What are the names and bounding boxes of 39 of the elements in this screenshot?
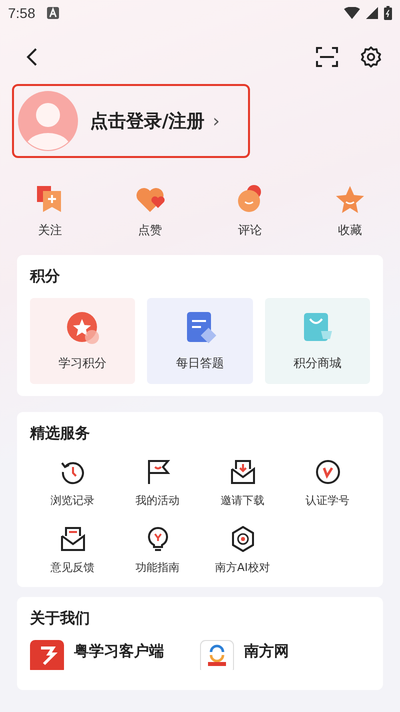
app-logo-icon[interactable]	[30, 640, 64, 670]
app-name[interactable]: 南方网	[244, 642, 289, 661]
service-icon[interactable]	[314, 459, 340, 485]
points-tile[interactable]: 每日答题	[147, 298, 253, 384]
service-icon[interactable]	[230, 459, 256, 485]
section-title: 精选服务	[30, 424, 91, 443]
back-icon[interactable]	[26, 47, 38, 67]
shortcut-label[interactable]: 关注	[38, 222, 62, 239]
battery-icon	[384, 6, 392, 20]
login-panel[interactable]: 点击登录/注册 ›	[12, 84, 250, 158]
avatar-icon	[18, 91, 78, 151]
wifi-icon	[344, 7, 360, 19]
service-label[interactable]: 邀请下载	[220, 493, 264, 508]
login-text: 点击登录/注册	[90, 110, 205, 133]
shortcut-label[interactable]: 点赞	[138, 222, 162, 239]
service-label[interactable]: 浏览记录	[50, 493, 94, 508]
settings-icon[interactable]	[360, 46, 382, 68]
notification-icon	[47, 7, 60, 19]
section-title: 关于我们	[30, 609, 91, 628]
tile-icon	[64, 310, 101, 344]
app-logo-icon[interactable]	[200, 640, 234, 670]
chevron-icon: ›	[212, 110, 220, 132]
shortcut-label[interactable]: 收藏	[338, 222, 362, 239]
section-title: 积分	[30, 267, 61, 286]
service-label[interactable]: 意见反馈	[50, 560, 94, 575]
signal-icon	[366, 7, 378, 19]
points-tile[interactable]: 学习积分	[30, 298, 136, 384]
points-tile[interactable]: 积分商城	[264, 298, 370, 384]
service-label[interactable]: 南方AI校对	[215, 560, 270, 575]
service-label[interactable]: 功能指南	[136, 560, 180, 575]
service-label[interactable]: 我的活动	[136, 493, 180, 508]
service-icon[interactable]	[60, 459, 86, 485]
shortcut-label[interactable]: 评论	[238, 222, 262, 239]
service-icon[interactable]	[60, 526, 86, 552]
service-label[interactable]: 认证学号	[306, 493, 350, 508]
service-icon[interactable]	[230, 526, 256, 552]
status-time: 7:58	[8, 5, 36, 21]
app-name[interactable]: 粤学习客户端	[74, 642, 164, 661]
scan-icon[interactable]	[316, 47, 338, 67]
